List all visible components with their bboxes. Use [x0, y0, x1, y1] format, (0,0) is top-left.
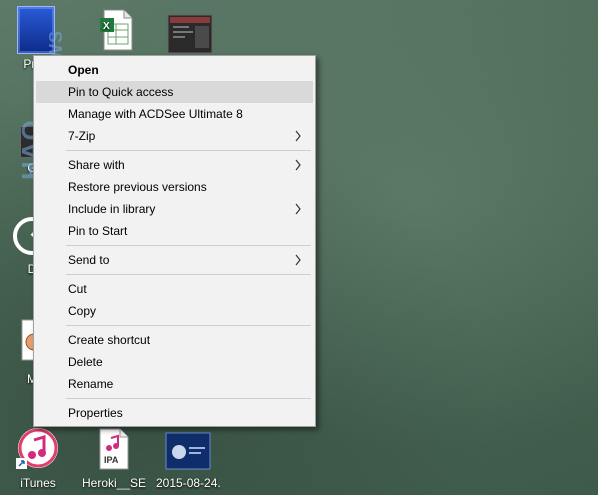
menu-separator [66, 325, 311, 326]
menu-item-label: Rename [68, 377, 114, 391]
menu-item-open[interactable]: Open [36, 59, 313, 81]
menu-item-delete[interactable]: Delete [36, 351, 313, 373]
menu-separator [66, 245, 311, 246]
menu-item-label: Delete [68, 355, 103, 369]
desktop-icon-label: iTunes [20, 476, 56, 490]
menu-item-send-to[interactable]: Send to [36, 249, 313, 271]
image-file-icon [165, 432, 211, 470]
menu-item-label: Properties [68, 406, 123, 420]
menu-item-pin-to-quick-access[interactable]: Pin to Quick access [36, 81, 313, 103]
menu-item-label: Restore previous versions [68, 180, 207, 194]
menu-item-label: Share with [68, 158, 125, 172]
menu-separator [66, 398, 311, 399]
menu-item-manage-with-acdsee[interactable]: Manage with ACDSee Ultimate 8 [36, 103, 313, 125]
menu-item-create-shortcut[interactable]: Create shortcut [36, 329, 313, 351]
ipa-badge: IPA [104, 455, 119, 465]
svg-text:X: X [103, 21, 110, 32]
menu-separator [66, 150, 311, 151]
menu-item-label: Open [68, 63, 99, 77]
menu-item-label: Cut [68, 282, 87, 296]
desktop-icon-excel[interactable]: X [84, 8, 148, 55]
screenshot-thumbnail-icon [167, 14, 213, 54]
menu-item-include-in-library[interactable]: Include in library [36, 198, 313, 220]
menu-item-label: Include in library [68, 202, 156, 216]
desktop-icon-itunes[interactable]: iTunes [6, 426, 70, 490]
menu-item-label: Send to [68, 253, 110, 267]
desktop-icon-label: 2015-08-24... [156, 476, 220, 490]
game-box-icon [17, 6, 55, 54]
desktop-icon-image[interactable]: 2015-08-24... [156, 432, 220, 490]
itunes-icon [16, 428, 58, 469]
context-menu: Open Pin to Quick access Manage with ACD… [33, 55, 316, 427]
menu-item-label: Copy [68, 304, 97, 318]
menu-item-restore-previous-versions[interactable]: Restore previous versions [36, 176, 313, 198]
desktop-icon-label: Heroki__SE... [82, 476, 146, 490]
menu-item-label: Pin to Start [68, 224, 128, 238]
menu-item-label: Pin to Quick access [68, 85, 174, 99]
chevron-right-icon [295, 159, 301, 171]
menu-item-cut[interactable]: Cut [36, 278, 313, 300]
menu-separator [66, 274, 311, 275]
menu-item-properties[interactable]: Properties [36, 402, 313, 424]
menu-item-7zip[interactable]: 7-Zip [36, 125, 313, 147]
menu-item-share-with[interactable]: Share with [36, 154, 313, 176]
menu-item-label: 7-Zip [68, 129, 96, 143]
chevron-right-icon [295, 130, 301, 142]
excel-file-icon: X [100, 9, 133, 51]
menu-item-pin-to-start[interactable]: Pin to Start [36, 220, 313, 242]
desktop-icon-screenshot[interactable] [158, 14, 222, 57]
chevron-right-icon [295, 203, 301, 215]
desktop-icon-ipa[interactable]: IPA Heroki__SE... [82, 428, 146, 490]
menu-item-copy[interactable]: Copy [36, 300, 313, 322]
menu-item-label: Create shortcut [68, 333, 151, 347]
menu-item-label: Manage with ACDSee Ultimate 8 [68, 107, 243, 121]
menu-item-rename[interactable]: Rename [36, 373, 313, 395]
chevron-right-icon [295, 254, 301, 266]
